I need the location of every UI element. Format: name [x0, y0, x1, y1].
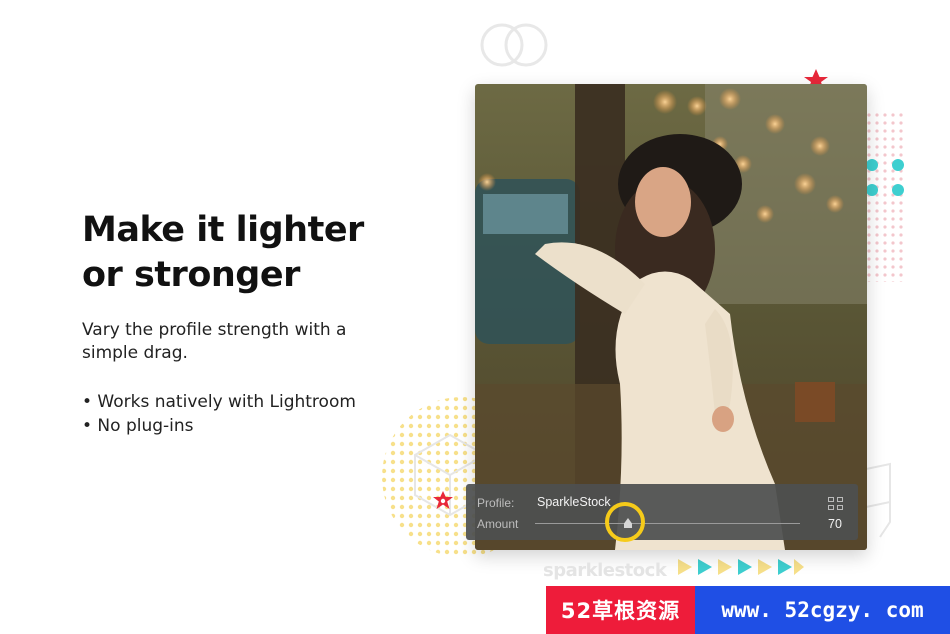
watermark-banner-right: www. 52cgzy. com — [695, 586, 950, 634]
amount-slider-track[interactable] — [535, 523, 800, 524]
preview-photo — [475, 84, 867, 550]
feature-item: • No plug-ins — [82, 416, 194, 436]
watermark-banner-left: 52草根资源 — [546, 586, 695, 634]
slider-highlight-ring — [605, 502, 645, 542]
teal-dots-decoration — [866, 159, 904, 196]
feature-item: • Works natively with Lightroom — [82, 392, 356, 412]
description: Vary the profile strength with a simple … — [82, 320, 347, 363]
feature-list: • Works natively with Lightroom • No plu… — [82, 390, 356, 438]
overlapping-circles-decoration — [480, 23, 548, 67]
brand-logo: sparklestock — [543, 560, 667, 581]
profile-value[interactable]: SparkleStock — [537, 495, 611, 509]
triangle-arrows-decoration — [678, 559, 804, 575]
amount-value: 70 — [828, 517, 842, 531]
grid-view-icon[interactable] — [828, 497, 844, 511]
headline-line-1: Make it lighter — [82, 210, 364, 250]
profile-panel: Profile: SparkleStock Amount 70 — [466, 484, 858, 542]
headline-line-2: or stronger — [82, 255, 300, 295]
profile-label: Profile: — [477, 496, 515, 510]
amount-label: Amount — [477, 517, 519, 531]
headline: Make it lighter or stronger — [82, 208, 364, 298]
star-icon — [433, 491, 453, 509]
